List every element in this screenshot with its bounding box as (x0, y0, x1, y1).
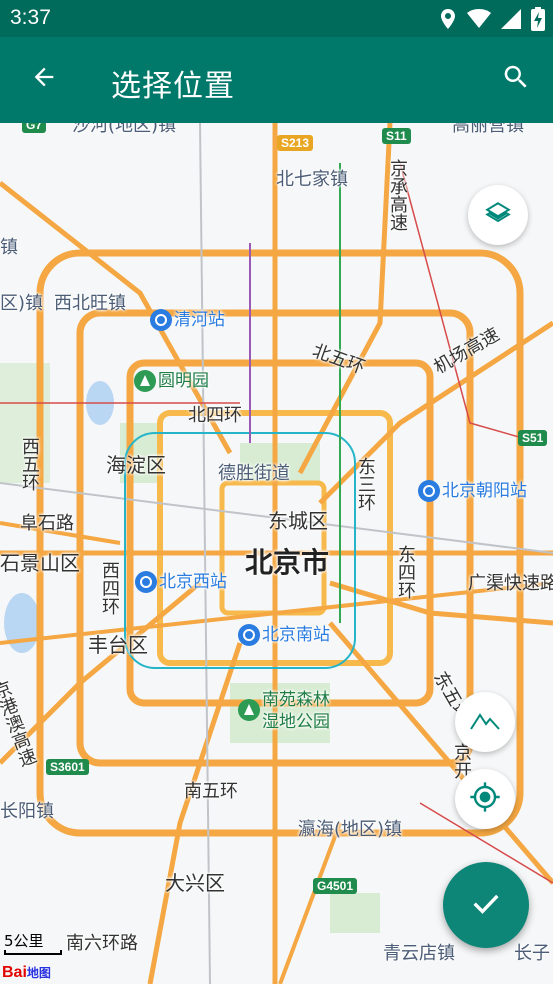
station-label: 北京朝阳站 (442, 481, 527, 501)
district-label: 海淀区 (106, 453, 166, 477)
signal-icon (501, 9, 521, 33)
back-button[interactable] (22, 57, 66, 101)
road-label: 西四环 (99, 561, 120, 615)
district-label: 东城区 (268, 509, 328, 533)
park-label: 南苑森林湿地公园 (262, 690, 330, 732)
search-button[interactable] (494, 57, 538, 101)
wifi-icon (467, 9, 491, 33)
station-icon (150, 309, 172, 331)
town-label: 瀛海(地区)镇 (298, 819, 403, 840)
park-icon (238, 699, 260, 721)
my-location-icon (469, 781, 501, 817)
town-label: 高丽营镇 (452, 123, 524, 136)
search-icon (501, 62, 531, 96)
confirm-button[interactable] (443, 862, 529, 948)
station-beijing-south[interactable]: 北京南站 (238, 620, 330, 646)
park-label: 圆明园 (158, 371, 209, 391)
shield-g7: G7 (22, 123, 47, 133)
station-label: 北京南站 (262, 625, 330, 645)
district-label: 大兴区 (165, 871, 225, 895)
road-label: 西五环 (19, 437, 40, 491)
layers-icon (485, 200, 511, 230)
town-label: 西北旺镇 (54, 293, 126, 314)
terrain-button[interactable] (455, 692, 515, 752)
location-icon (439, 8, 457, 34)
town-label: 镇 (0, 237, 18, 258)
road-label: 东三环 (355, 457, 376, 511)
locate-button[interactable] (455, 769, 515, 829)
battery-charging-icon (531, 7, 545, 35)
station-label: 清河站 (174, 310, 225, 330)
shield-s3601: S3601 (46, 759, 89, 775)
station-icon (418, 480, 440, 502)
check-icon (469, 886, 503, 924)
terrain-icon (470, 709, 500, 735)
city-label: 北京市 (245, 546, 330, 579)
road-label: 德胜街道 (218, 463, 290, 484)
station-icon (238, 624, 260, 646)
road-label: 京承高速 (387, 159, 408, 231)
park-yuanmingyuan[interactable]: 圆明园 (134, 366, 209, 392)
shield-s11: S11 (382, 128, 411, 144)
road-label: 北四环 (188, 405, 242, 426)
road-label: 阜石路 (20, 513, 74, 534)
layers-button[interactable] (468, 185, 528, 245)
scale-label: 5公里 (4, 932, 44, 950)
park-icon (134, 370, 156, 392)
status-bar: 3:37 (0, 0, 553, 37)
station-icon (135, 571, 157, 593)
road-label: 南六环路 (66, 933, 138, 954)
scale-bar (4, 950, 62, 955)
town-label: 青云店镇 (383, 943, 455, 964)
town-label: 北七家镇 (276, 169, 348, 190)
arrow-back-icon (30, 63, 58, 95)
shield-s51: S51 (518, 430, 548, 446)
park-nanyuan[interactable]: 南苑森林湿地公园 (238, 689, 346, 733)
town-label: 沙河(地区)镇 (72, 123, 177, 136)
map-view[interactable]: G7 S11 S213 S51 S3601 G4501 沙河(地区)镇 高丽营镇… (0, 123, 553, 984)
station-chaoyang[interactable]: 北京朝阳站 (418, 476, 527, 502)
district-label: 丰台区 (88, 633, 148, 657)
road-label: 广渠快速路 (468, 573, 553, 594)
page-title: 选择位置 (111, 69, 235, 104)
road-label: 东四环 (395, 545, 416, 599)
station-beijing-west[interactable]: 北京西站 (135, 567, 227, 593)
status-time: 3:37 (10, 6, 51, 29)
shield-g4501: G4501 (313, 878, 358, 894)
town-label: 长阳镇 (0, 801, 54, 822)
baidu-logo: Bai地图 (2, 964, 51, 981)
station-label: 北京西站 (159, 572, 227, 592)
town-label: 区)镇 (0, 293, 44, 314)
status-icons (439, 7, 545, 35)
station-qinghe[interactable]: 清河站 (150, 305, 225, 331)
district-label: 石景山区 (0, 551, 80, 575)
shield-s213: S213 (277, 135, 314, 151)
town-label: 长子 (514, 943, 550, 964)
road-label: 南五环 (184, 781, 238, 802)
app-bar: 选择位置 (0, 37, 553, 123)
